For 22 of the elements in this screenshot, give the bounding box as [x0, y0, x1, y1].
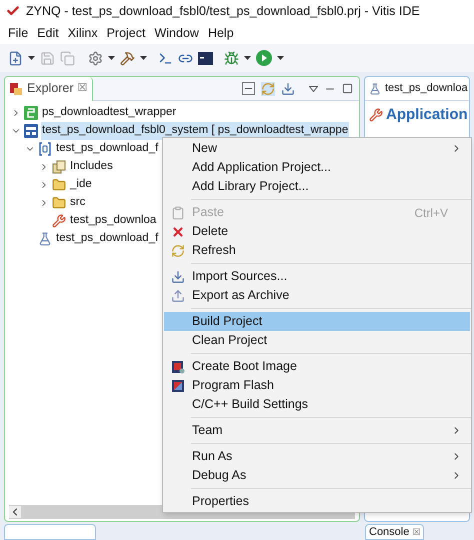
- menu-label: Team: [192, 422, 223, 440]
- menu-label: Debug As: [192, 467, 246, 484]
- menu-label: Add Library Project...: [192, 178, 309, 196]
- editor-heading: Application: [386, 104, 468, 125]
- tab-label: Console: [369, 526, 410, 538]
- menu-label: Export as Archive: [192, 287, 290, 304]
- menu-label: Refresh: [192, 242, 236, 260]
- menu-label: Paste: [192, 204, 224, 222]
- menu-label: Import Sources...: [192, 268, 288, 286]
- menu-label: C/C++ Build Settings: [192, 396, 308, 414]
- menu-label: Program Flash: [192, 377, 274, 394]
- tab-label: Explorer: [27, 80, 74, 98]
- menu-label: New: [192, 140, 218, 158]
- menu-label: Clean Project: [192, 332, 268, 350]
- menu-label: Delete: [192, 223, 228, 240]
- menu-label: Add Application Project...: [192, 159, 331, 176]
- menu-label: Create Boot Image: [192, 358, 297, 376]
- menu-label: Properties: [192, 493, 249, 510]
- shortcut-label: Ctrl+V: [414, 204, 448, 222]
- menu-label: Build Project: [192, 313, 262, 330]
- window-title: ZYNQ - test_ps_download_fsbl0/test_ps_download_fsbl0.prj - Vitis IDE: [26, 2, 420, 20]
- menu-label: Run As: [192, 448, 232, 466]
